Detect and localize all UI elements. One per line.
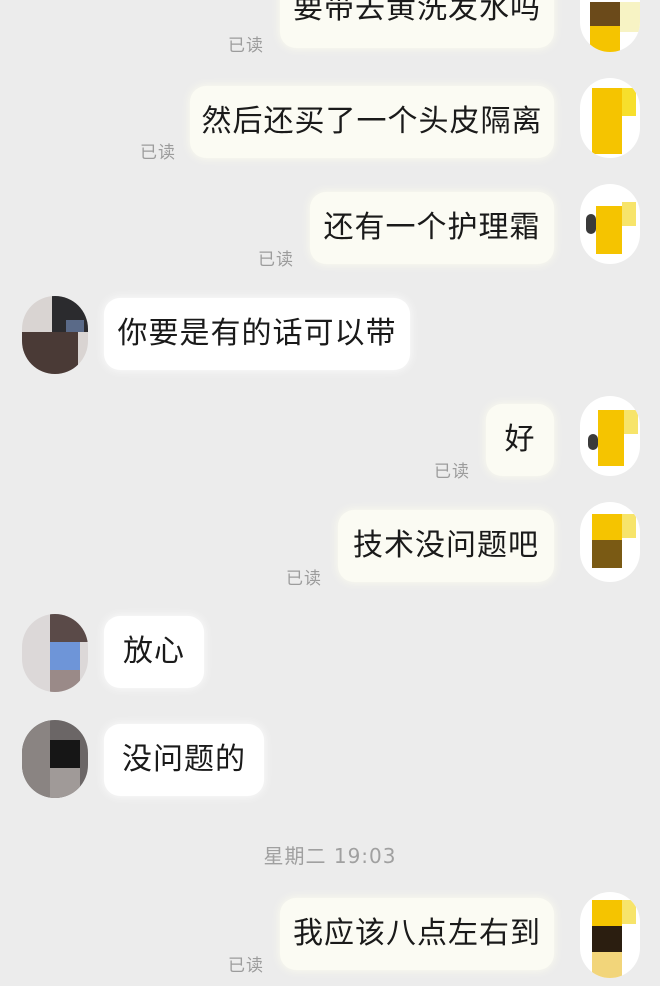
avatar-pixel <box>50 740 80 768</box>
avatar-pixel <box>592 926 622 952</box>
message-bubble-other[interactable]: 你要是有的话可以带 <box>104 298 410 370</box>
message-bubble-other[interactable]: 放心 <box>104 616 204 688</box>
read-receipt: 已读 <box>286 569 322 589</box>
avatar-pixel <box>620 2 640 32</box>
message-bubble-self[interactable]: 然后还买了一个头皮隔离 <box>190 86 554 158</box>
avatar-pixel <box>586 214 596 234</box>
read-receipt: 已读 <box>434 462 470 482</box>
self-avatar[interactable] <box>580 184 640 264</box>
avatar-pixel <box>50 614 88 642</box>
avatar-pixel <box>624 410 638 434</box>
avatar-pixel <box>622 514 636 538</box>
self-avatar[interactable] <box>580 502 640 582</box>
avatar-pixel <box>622 202 636 226</box>
avatar-pixel <box>592 540 622 568</box>
message-text: 技术没问题吧 <box>353 528 539 563</box>
message-bubble-self[interactable]: 技术没问题吧 <box>338 510 554 582</box>
avatar-pixel <box>622 88 636 116</box>
message-text: 没问题的 <box>122 742 246 777</box>
self-avatar[interactable] <box>580 0 640 52</box>
message-bubble-other[interactable]: 没问题的 <box>104 724 264 796</box>
self-avatar[interactable] <box>580 78 640 158</box>
contact-avatar[interactable] <box>22 720 88 798</box>
avatar-pixel <box>22 332 78 374</box>
avatar-pixel <box>596 206 622 254</box>
message-text: 好 <box>504 422 536 457</box>
read-receipt: 已读 <box>228 36 264 56</box>
read-receipt: 已读 <box>140 143 176 163</box>
message-bubble-self[interactable]: 我应该八点左右到 <box>280 898 554 970</box>
message-bubble-self[interactable]: 好 <box>486 404 554 476</box>
self-avatar[interactable] <box>580 892 640 978</box>
message-text: 你要是有的话可以带 <box>117 316 397 351</box>
message-text: 要带去黄洗发水吗 <box>293 0 541 26</box>
message-text: 然后还买了一个头皮隔离 <box>201 104 543 139</box>
message-bubble-self[interactable]: 要带去黄洗发水吗 <box>280 0 554 48</box>
avatar-pixel <box>598 410 624 466</box>
read-receipt: 已读 <box>228 956 264 976</box>
contact-avatar[interactable] <box>22 614 88 692</box>
contact-avatar[interactable] <box>22 296 88 374</box>
avatar-pixel <box>622 900 636 924</box>
avatar-pixel <box>592 88 622 154</box>
avatar-pixel <box>66 320 84 332</box>
message-text: 还有一个护理霜 <box>323 210 541 245</box>
avatar-pixel <box>588 434 598 450</box>
message-bubble-self[interactable]: 还有一个护理霜 <box>310 192 554 264</box>
self-avatar[interactable] <box>580 396 640 476</box>
avatar-pixel <box>592 900 622 926</box>
avatar-pixel <box>592 514 622 540</box>
avatar-pixel <box>50 670 80 692</box>
avatar-pixel <box>592 952 622 978</box>
avatar-pixel <box>50 768 80 798</box>
avatar-pixel <box>590 26 620 52</box>
message-text: 放心 <box>123 634 185 669</box>
message-text: 我应该八点左右到 <box>293 916 541 951</box>
read-receipt: 已读 <box>258 250 294 270</box>
avatar-pixel <box>22 720 50 798</box>
avatar-pixel <box>50 642 80 670</box>
timestamp-divider: 星期二 19:03 <box>263 844 397 868</box>
